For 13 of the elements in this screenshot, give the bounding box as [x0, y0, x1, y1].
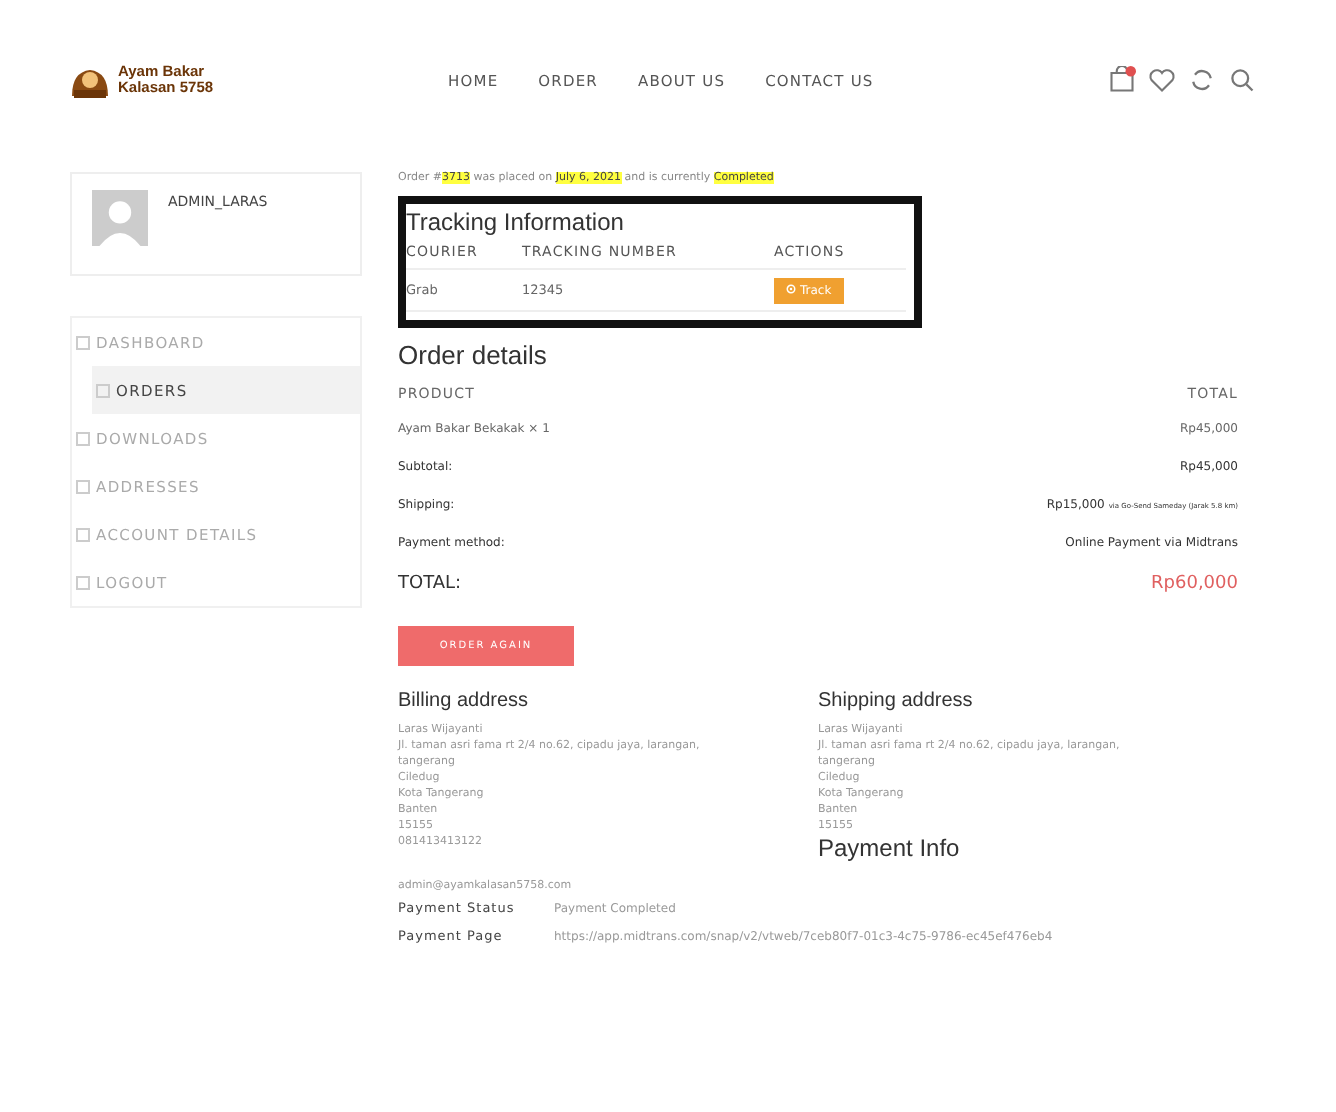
section-title: Order details — [398, 340, 549, 370]
total-value: Rp60,000 — [1151, 574, 1238, 594]
target-icon — [786, 284, 796, 295]
section-title: Billing address — [398, 690, 531, 712]
heart-icon[interactable] — [1148, 66, 1176, 94]
section-title: Payment Info — [818, 834, 962, 862]
refresh-icon[interactable] — [1188, 66, 1216, 94]
section-title: Shipping address — [818, 690, 975, 712]
search-icon[interactable] — [1228, 66, 1256, 94]
section-title: Tracking Information — [406, 208, 626, 236]
cart-icon[interactable] — [1108, 66, 1136, 94]
avatar-icon — [92, 190, 148, 246]
total-label: TOTAL: — [398, 574, 462, 594]
